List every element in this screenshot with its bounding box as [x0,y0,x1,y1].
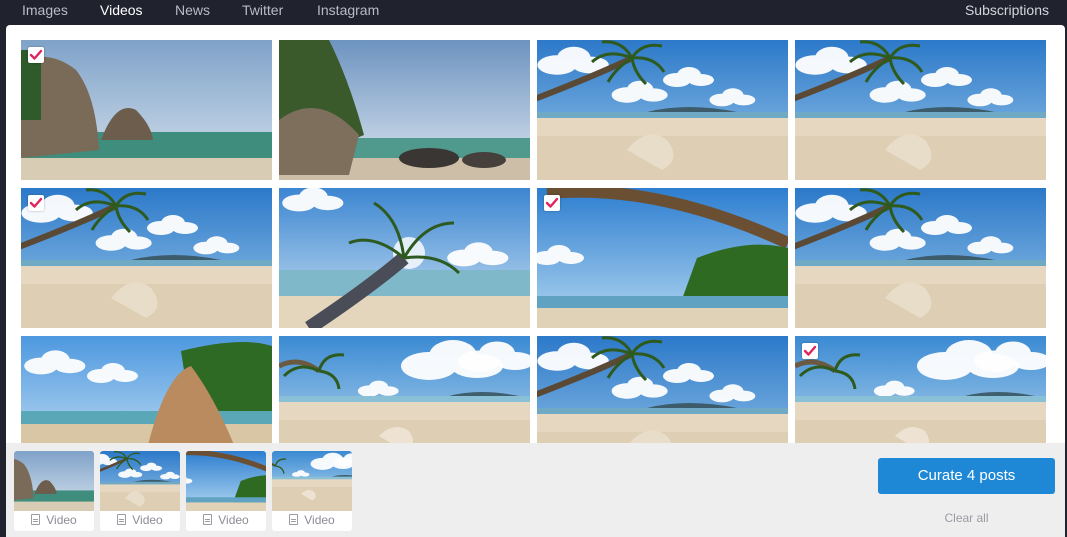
video-thumbnail[interactable] [537,336,788,443]
video-thumbnail[interactable] [279,336,530,443]
video-grid [6,25,1065,443]
selected-checkmark-icon[interactable] [28,195,44,211]
video-thumbnail[interactable] [21,336,272,443]
video-thumbnail[interactable] [279,188,530,328]
video-thumbnail[interactable] [21,188,272,328]
video-thumbnail[interactable] [795,40,1046,180]
clear-all-link[interactable]: Clear all [878,511,1055,525]
subscriptions-link[interactable]: Subscriptions [965,2,1049,18]
selected-video-caption: Video [14,513,94,529]
file-icon [289,514,299,525]
video-thumbnail[interactable] [795,336,1046,443]
video-frame-image [279,40,530,180]
video-frame-image [795,40,1046,180]
video-frame-image [537,336,788,443]
curate-posts-button[interactable]: Curate 4 posts [878,458,1055,494]
file-icon [203,514,213,525]
video-frame-image [279,336,530,443]
video-frame-image [272,451,352,511]
selected-video[interactable]: Video [272,451,352,531]
video-frame-image [100,451,180,511]
selected-video-caption: Video [100,513,180,529]
selected-checkmark-icon[interactable] [544,195,560,211]
top-nav: Images Videos News Twitter Instagram Sub… [0,0,1067,25]
file-icon [31,514,41,525]
selected-video[interactable]: Video [100,451,180,531]
video-frame-image [21,336,272,443]
tab-videos[interactable]: Videos [100,2,143,18]
video-thumbnail[interactable] [795,188,1046,328]
video-frame-image [795,188,1046,328]
selected-video-caption: Video [272,513,352,529]
video-frame-image [795,336,1046,443]
selection-tray: Video Video Video Video Curate 4 posts C… [6,443,1065,537]
video-frame-image [14,451,94,511]
video-frame-image [279,188,530,328]
selected-checkmark-icon[interactable] [28,47,44,63]
tab-instagram[interactable]: Instagram [317,2,379,18]
tab-news[interactable]: News [175,2,210,18]
file-icon [117,514,127,525]
video-thumbnail[interactable] [537,40,788,180]
selected-video[interactable]: Video [186,451,266,531]
video-frame-image [21,40,272,180]
video-frame-image [21,188,272,328]
video-thumbnail[interactable] [21,40,272,180]
tab-twitter[interactable]: Twitter [242,2,283,18]
video-frame-image [186,451,266,511]
content-panel: Video Video Video Video Curate 4 posts C… [6,25,1065,537]
video-frame-image [537,40,788,180]
selected-checkmark-icon[interactable] [802,343,818,359]
video-thumbnail[interactable] [537,188,788,328]
video-thumbnail[interactable] [279,40,530,180]
selected-video-caption: Video [186,513,266,529]
video-frame-image [537,188,788,328]
selected-video[interactable]: Video [14,451,94,531]
tab-images[interactable]: Images [22,2,68,18]
